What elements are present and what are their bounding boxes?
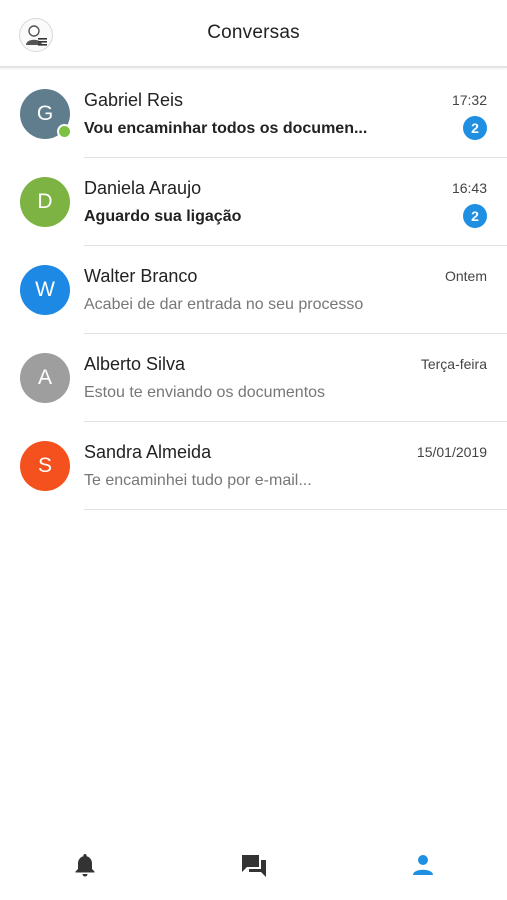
divider: [84, 509, 507, 510]
conversation-item[interactable]: W Walter Branco Acabei de dar entrada no…: [0, 246, 507, 334]
conversation-item[interactable]: A Alberto Silva Estou te enviando os doc…: [0, 334, 507, 422]
contact-name: Walter Branco: [84, 266, 198, 286]
online-status-dot: [57, 124, 72, 139]
conversation-item[interactable]: G Gabriel Reis Vou encaminhar todos os d…: [0, 70, 507, 158]
conversation-item[interactable]: S Sandra Almeida Te encaminhei tudo por …: [0, 422, 507, 510]
avatar: S: [20, 441, 70, 491]
unread-badge: 2: [463, 116, 487, 140]
bottom-navigation: [0, 830, 507, 900]
chat-icon: [241, 855, 266, 877]
message-time: 15/01/2019: [416, 444, 487, 460]
nav-profile[interactable]: [338, 830, 507, 900]
avatar: W: [20, 265, 70, 315]
message-preview: Aguardo sua ligação: [84, 208, 242, 225]
unread-badge: 2: [463, 204, 487, 228]
message-preview: Estou te enviando os documentos: [84, 384, 326, 401]
contact-name: Alberto Silva: [84, 354, 186, 374]
conversation-item[interactable]: D Daniela Araujo Aguardo sua ligação 16:…: [0, 158, 507, 246]
avatar: A: [20, 353, 70, 403]
conversation-list: G Gabriel Reis Vou encaminhar todos os d…: [0, 70, 507, 510]
avatar-initial: A: [37, 366, 52, 389]
avatar-initial: D: [37, 190, 53, 213]
avatar-initial: S: [37, 454, 52, 477]
avatar-initial: W: [35, 278, 55, 301]
user-menu-icon: [26, 25, 47, 46]
avatar-initial: G: [36, 102, 54, 125]
nav-notifications[interactable]: [0, 830, 169, 900]
contact-name: Gabriel Reis: [84, 90, 184, 110]
message-time: Terça-feira: [420, 356, 487, 372]
message-preview: Vou encaminhar todos os documen...: [84, 120, 368, 137]
profile-menu-button[interactable]: [19, 18, 53, 52]
nav-chat[interactable]: [169, 830, 338, 900]
page-title: Conversas: [207, 22, 300, 43]
message-time: 17:32: [451, 92, 487, 108]
avatar: D: [20, 177, 70, 227]
contact-name: Daniela Araujo: [84, 178, 202, 198]
avatar: G: [20, 89, 72, 139]
message-preview: Acabei de dar entrada no seu processo: [84, 296, 364, 313]
bell-icon: [75, 854, 94, 877]
message-time: 16:43: [451, 180, 487, 196]
contact-name: Sandra Almeida: [84, 442, 212, 462]
app-header: Conversas: [0, 0, 507, 68]
message-time: Ontem: [444, 268, 487, 284]
person-icon: [412, 855, 433, 875]
message-preview: Te encaminhei tudo por e-mail...: [84, 472, 312, 489]
